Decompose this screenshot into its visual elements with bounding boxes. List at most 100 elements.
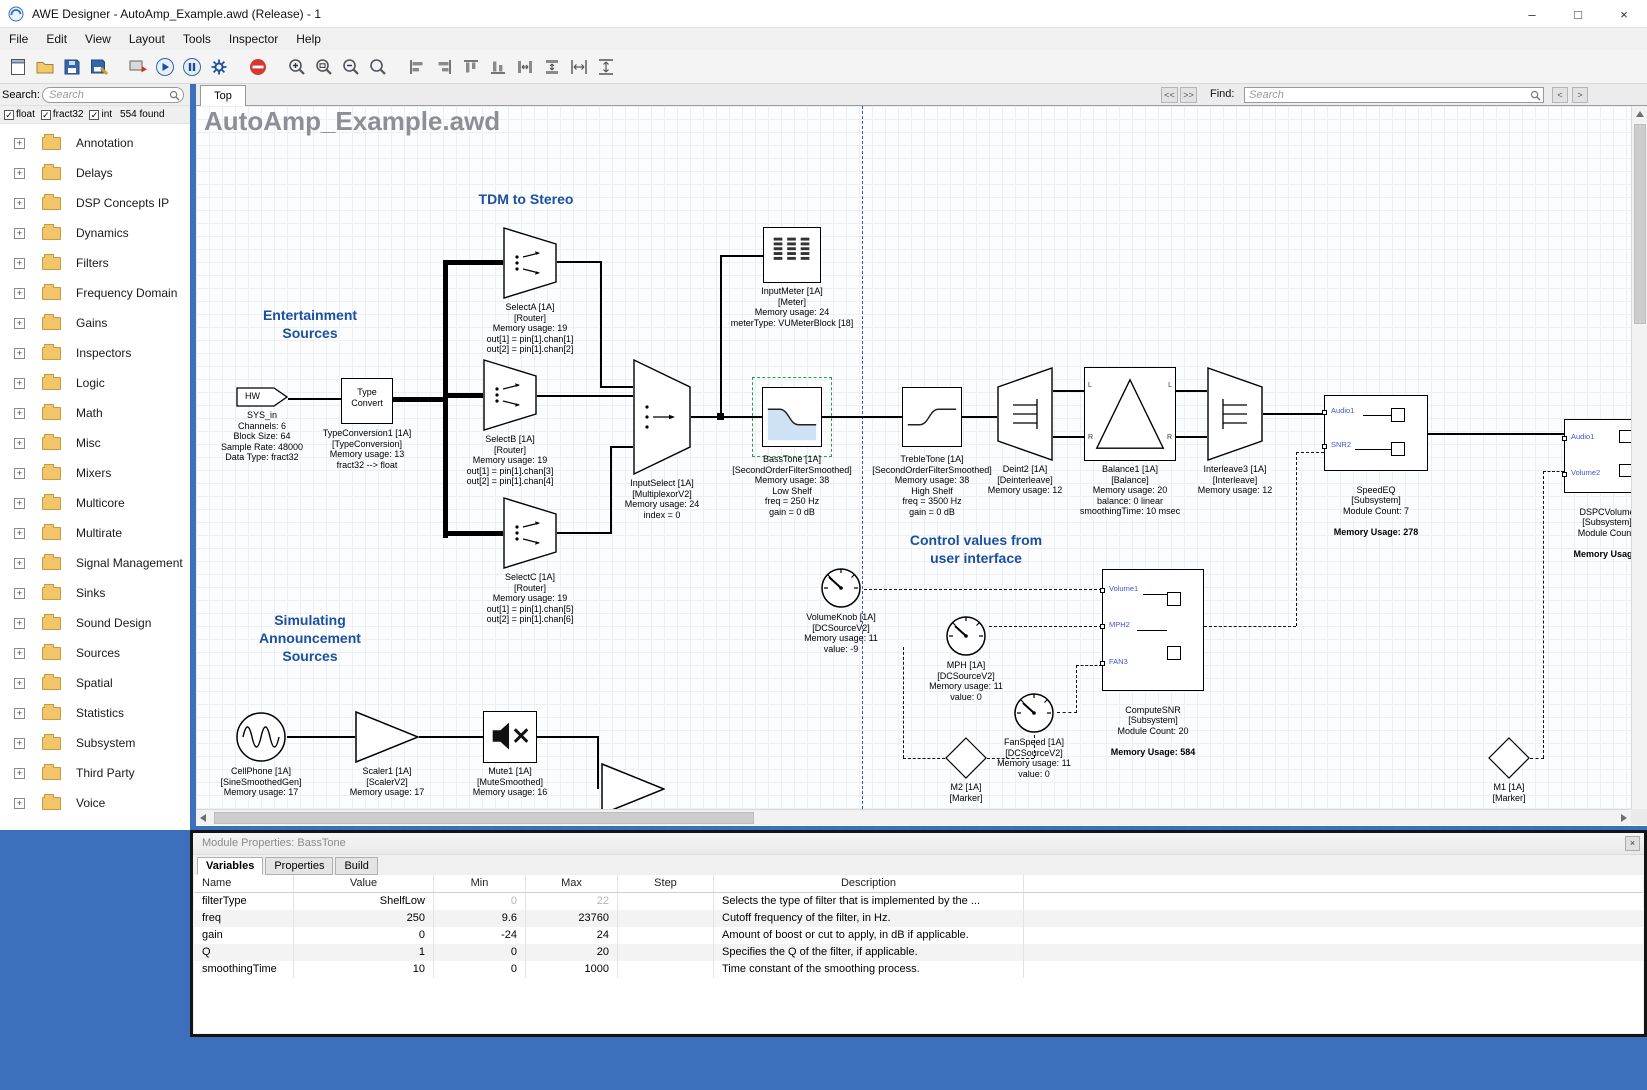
- expand-icon[interactable]: +: [14, 378, 25, 389]
- sidebar-item-multirate[interactable]: +Multirate: [0, 518, 190, 548]
- sidebar-item-signal-management[interactable]: +Signal Management: [0, 548, 190, 578]
- module-selectb[interactable]: [483, 359, 537, 431]
- expand-icon[interactable]: +: [14, 528, 25, 539]
- zoom-in-button[interactable]: [283, 53, 310, 80]
- module-selectc[interactable]: [503, 497, 557, 569]
- fract32-checkbox[interactable]: ✓: [41, 110, 51, 120]
- find-previous-all-button[interactable]: <<: [1161, 87, 1178, 103]
- expand-icon[interactable]: +: [14, 678, 25, 689]
- horizontal-scroll-thumb[interactable]: [214, 812, 754, 824]
- halt-button[interactable]: [244, 53, 271, 80]
- int-checkbox[interactable]: ✓: [89, 110, 99, 120]
- sidebar-item-logic[interactable]: +Logic: [0, 368, 190, 398]
- expand-icon[interactable]: +: [14, 768, 25, 779]
- close-button[interactable]: ×: [1601, 0, 1647, 28]
- sidebar-item-inspectors[interactable]: +Inspectors: [0, 338, 190, 368]
- expand-icon[interactable]: +: [14, 168, 25, 179]
- module-mute1[interactable]: [483, 711, 537, 763]
- sidebar-item-filters[interactable]: +Filters: [0, 248, 190, 278]
- expand-icon[interactable]: +: [14, 288, 25, 299]
- vertical-scroll-thumb[interactable]: [1634, 124, 1646, 324]
- tab-build[interactable]: Build: [335, 857, 377, 875]
- sidebar-item-delays[interactable]: +Delays: [0, 158, 190, 188]
- menu-edit[interactable]: Edit: [37, 29, 76, 49]
- module-speedeq[interactable]: Audio1 SNR2: [1324, 395, 1428, 471]
- sidebar-item-statistics[interactable]: +Statistics: [0, 698, 190, 728]
- var-value[interactable]: ShelfLow: [294, 893, 434, 910]
- expand-icon[interactable]: +: [14, 618, 25, 629]
- zoom-out-button[interactable]: [337, 53, 364, 80]
- expand-icon[interactable]: +: [14, 738, 25, 749]
- scroll-up-arrow[interactable]: [1636, 111, 1644, 117]
- space-vertical-button[interactable]: [592, 53, 619, 80]
- scroll-right-arrow[interactable]: [1621, 814, 1627, 822]
- save-button[interactable]: [58, 53, 85, 80]
- module-interleave3[interactable]: [1207, 367, 1263, 461]
- properties-header[interactable]: Module Properties: BassTone ×: [193, 833, 1644, 855]
- sidebar-item-sources[interactable]: +Sources: [0, 638, 190, 668]
- expand-icon[interactable]: +: [14, 408, 25, 419]
- expand-icon[interactable]: +: [14, 798, 25, 809]
- align-left-button[interactable]: [403, 53, 430, 80]
- pause-button[interactable]: [178, 53, 205, 80]
- module-partial-scaler[interactable]: [601, 763, 665, 815]
- tab-top[interactable]: Top: [200, 85, 246, 106]
- expand-icon[interactable]: +: [14, 468, 25, 479]
- module-balance1[interactable]: L R L R: [1084, 367, 1176, 461]
- sidebar-item-spatial[interactable]: +Spatial: [0, 668, 190, 698]
- find-next-button[interactable]: >: [1572, 87, 1588, 103]
- expand-icon[interactable]: +: [14, 348, 25, 359]
- menu-view[interactable]: View: [76, 29, 120, 49]
- expand-icon[interactable]: +: [14, 588, 25, 599]
- module-sys-in[interactable]: HW: [236, 387, 288, 407]
- maximize-button[interactable]: □: [1555, 0, 1601, 28]
- sidebar-item-dsp-concepts-ip[interactable]: +DSP Concepts IP: [0, 188, 190, 218]
- tab-variables[interactable]: Variables: [197, 857, 263, 875]
- distribute-vertical-button[interactable]: [538, 53, 565, 80]
- menu-help[interactable]: Help: [287, 29, 330, 49]
- module-volumeknob[interactable]: [818, 564, 864, 610]
- sidebar-item-annotation[interactable]: +Annotation: [0, 128, 190, 158]
- minimize-button[interactable]: –: [1509, 0, 1555, 28]
- menu-layout[interactable]: Layout: [120, 29, 174, 49]
- module-inputmeter[interactable]: [763, 227, 821, 283]
- expand-icon[interactable]: +: [14, 648, 25, 659]
- module-scaler1[interactable]: [355, 711, 419, 763]
- propagate-changes-button[interactable]: [124, 53, 151, 80]
- find-previous-button[interactable]: <: [1552, 87, 1568, 103]
- expand-icon[interactable]: +: [14, 228, 25, 239]
- zoom-fit-button[interactable]: [310, 53, 337, 80]
- align-top-button[interactable]: [457, 53, 484, 80]
- tab-properties[interactable]: Properties: [265, 857, 333, 875]
- module-basstone[interactable]: [762, 387, 822, 447]
- save-as-button[interactable]: [85, 53, 112, 80]
- module-m2[interactable]: [945, 737, 987, 779]
- var-value[interactable]: 10: [294, 961, 434, 978]
- sidebar-item-voice[interactable]: +Voice: [0, 788, 190, 818]
- expand-icon[interactable]: +: [14, 438, 25, 449]
- module-selecta[interactable]: [503, 227, 557, 299]
- module-typeconversion1[interactable]: Type Convert: [341, 378, 393, 424]
- expand-icon[interactable]: +: [14, 138, 25, 149]
- float-checkbox[interactable]: ✓: [4, 110, 14, 120]
- expand-icon[interactable]: +: [14, 318, 25, 329]
- module-cellphone[interactable]: [235, 711, 287, 763]
- expand-icon[interactable]: +: [14, 708, 25, 719]
- sidebar-item-subsystem[interactable]: +Subsystem: [0, 728, 190, 758]
- new-file-button[interactable]: [4, 53, 31, 80]
- expand-icon[interactable]: +: [14, 498, 25, 509]
- var-value[interactable]: 0: [294, 927, 434, 944]
- sidebar-item-math[interactable]: +Math: [0, 398, 190, 428]
- module-m1[interactable]: [1488, 737, 1530, 779]
- menu-tools[interactable]: Tools: [174, 29, 220, 49]
- sidebar-item-third-party[interactable]: +Third Party: [0, 758, 190, 788]
- module-trebletone[interactable]: [902, 387, 962, 447]
- align-right-button[interactable]: [430, 53, 457, 80]
- sidebar-item-misc[interactable]: +Misc: [0, 428, 190, 458]
- menu-inspector[interactable]: Inspector: [220, 29, 287, 49]
- find-input[interactable]: [1244, 87, 1544, 103]
- space-horizontal-button[interactable]: [565, 53, 592, 80]
- expand-icon[interactable]: +: [14, 198, 25, 209]
- run-button[interactable]: [151, 53, 178, 80]
- var-value[interactable]: 1: [294, 944, 434, 961]
